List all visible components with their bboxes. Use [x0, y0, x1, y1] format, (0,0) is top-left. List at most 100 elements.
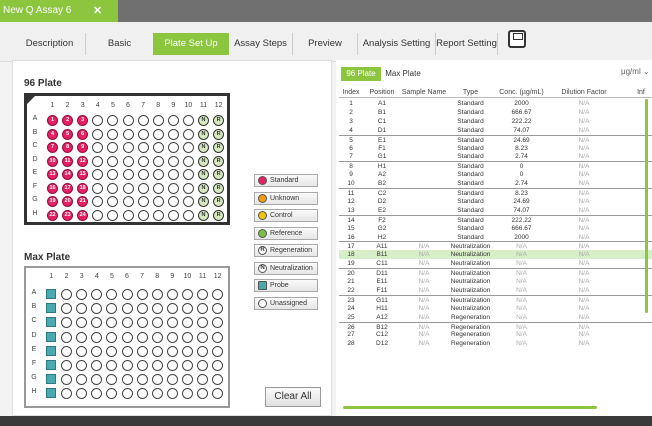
well[interactable] — [151, 289, 163, 300]
tab-analysis-setting[interactable]: Analysis Setting — [358, 33, 436, 55]
well[interactable] — [197, 345, 208, 357]
well[interactable] — [166, 303, 178, 315]
well[interactable] — [167, 209, 179, 221]
well[interactable] — [181, 360, 193, 371]
well[interactable] — [107, 169, 119, 180]
well-standard[interactable]: 17 — [62, 182, 74, 194]
well[interactable] — [61, 317, 73, 329]
well[interactable] — [107, 155, 119, 167]
column-header[interactable]: Type — [448, 87, 493, 98]
table-row[interactable]: 23 G11 N/A Neutralization N/A N/A — [339, 294, 652, 304]
well[interactable] — [166, 331, 178, 343]
well[interactable] — [122, 142, 134, 153]
table-row[interactable]: 22 F11 N/A Neutralization N/A N/A — [339, 286, 652, 295]
well-standard[interactable]: 24 — [77, 209, 89, 221]
well-probe[interactable] — [46, 289, 56, 299]
well[interactable] — [61, 374, 73, 386]
well[interactable] — [106, 303, 118, 315]
well-standard[interactable]: 7 — [47, 142, 58, 153]
well-regeneration[interactable]: R — [213, 155, 225, 167]
well[interactable] — [61, 388, 73, 400]
well[interactable] — [76, 388, 88, 400]
table-row[interactable]: 13 E2 Standard 74.07 N/A — [339, 206, 652, 215]
well[interactable] — [107, 128, 119, 140]
well[interactable] — [92, 142, 104, 153]
table-row[interactable]: 10 B2 Standard 2.74 N/A — [339, 179, 652, 188]
well-standard[interactable]: 8 — [62, 142, 74, 153]
well[interactable] — [91, 360, 103, 371]
well-standard[interactable]: 9 — [77, 142, 89, 153]
table-row[interactable]: 9 A2 Standard 0 N/A — [339, 170, 652, 179]
well[interactable] — [212, 289, 224, 300]
well[interactable] — [76, 317, 88, 329]
well[interactable] — [121, 388, 133, 400]
well[interactable] — [166, 345, 178, 357]
well[interactable] — [197, 331, 208, 343]
well[interactable] — [167, 115, 179, 126]
well[interactable] — [181, 317, 193, 329]
table-row[interactable]: 8 H1 Standard 0 N/A — [339, 161, 652, 170]
well[interactable] — [182, 142, 194, 153]
well[interactable] — [212, 360, 224, 371]
well-standard[interactable]: 18 — [77, 182, 89, 194]
tab-preview[interactable]: Preview — [293, 33, 358, 55]
table-row[interactable]: 28 D12 N/A Regeneration N/A N/A — [339, 339, 652, 348]
well[interactable] — [197, 388, 208, 400]
well[interactable] — [152, 209, 164, 221]
well[interactable] — [181, 289, 193, 300]
legend-probe[interactable]: Probe — [254, 279, 318, 292]
well[interactable] — [91, 303, 103, 315]
vertical-scrollbar[interactable] — [645, 99, 648, 313]
well-neutralization[interactable]: N — [198, 209, 209, 221]
well[interactable] — [107, 142, 119, 153]
well[interactable] — [166, 360, 178, 371]
well[interactable] — [106, 289, 118, 300]
well[interactable] — [76, 345, 88, 357]
well-standard[interactable]: 12 — [77, 155, 89, 167]
table-row[interactable]: 5 E1 Standard 24.69 N/A — [339, 134, 652, 144]
table-row[interactable]: 7 G1 Standard 2.74 N/A — [339, 152, 652, 161]
well-probe[interactable] — [46, 317, 56, 328]
well[interactable] — [181, 331, 193, 343]
well[interactable] — [121, 360, 133, 371]
well[interactable] — [212, 345, 224, 357]
horizontal-scrollbar[interactable] — [343, 406, 597, 409]
well[interactable] — [106, 317, 118, 329]
well[interactable] — [92, 128, 104, 140]
tab-description[interactable]: Description — [14, 33, 86, 55]
legend-neutralization[interactable]: N Neutralization — [254, 261, 318, 275]
well[interactable] — [151, 345, 163, 357]
well[interactable] — [152, 169, 164, 180]
well[interactable] — [212, 317, 224, 329]
clear-all-button[interactable]: Clear All — [265, 387, 321, 407]
well[interactable] — [152, 128, 164, 140]
well[interactable] — [181, 345, 193, 357]
well[interactable] — [137, 209, 149, 221]
legend-unknown[interactable]: Unknown — [254, 191, 318, 205]
table-row[interactable]: 12 D2 Standard 24.69 N/A — [339, 197, 652, 206]
well-probe[interactable] — [46, 303, 56, 314]
well[interactable] — [121, 289, 133, 300]
well-regeneration[interactable]: R — [213, 115, 225, 126]
table-row[interactable]: 25 A12 N/A Regeneration N/A N/A — [339, 313, 652, 322]
well[interactable] — [106, 345, 118, 357]
well[interactable] — [212, 303, 224, 315]
well[interactable] — [61, 303, 73, 315]
well[interactable] — [122, 128, 134, 140]
well[interactable] — [136, 303, 148, 315]
table-row[interactable]: 19 C11 N/A Neutralization N/A N/A — [339, 259, 652, 268]
well[interactable] — [92, 182, 104, 194]
well[interactable] — [166, 317, 178, 329]
tab-basic-parameters[interactable]: Basic Parameters — [86, 33, 154, 71]
well[interactable] — [166, 289, 178, 300]
well[interactable] — [181, 374, 193, 386]
well-standard[interactable]: 3 — [77, 115, 89, 126]
well[interactable] — [136, 345, 148, 357]
table-row[interactable]: 17 A11 N/A Neutralization N/A N/A — [339, 241, 652, 250]
well[interactable] — [137, 169, 149, 180]
well-standard[interactable]: 6 — [77, 128, 89, 140]
well-standard[interactable]: 11 — [62, 155, 74, 167]
well[interactable] — [152, 155, 164, 167]
well[interactable] — [181, 388, 193, 400]
well[interactable] — [92, 155, 104, 167]
